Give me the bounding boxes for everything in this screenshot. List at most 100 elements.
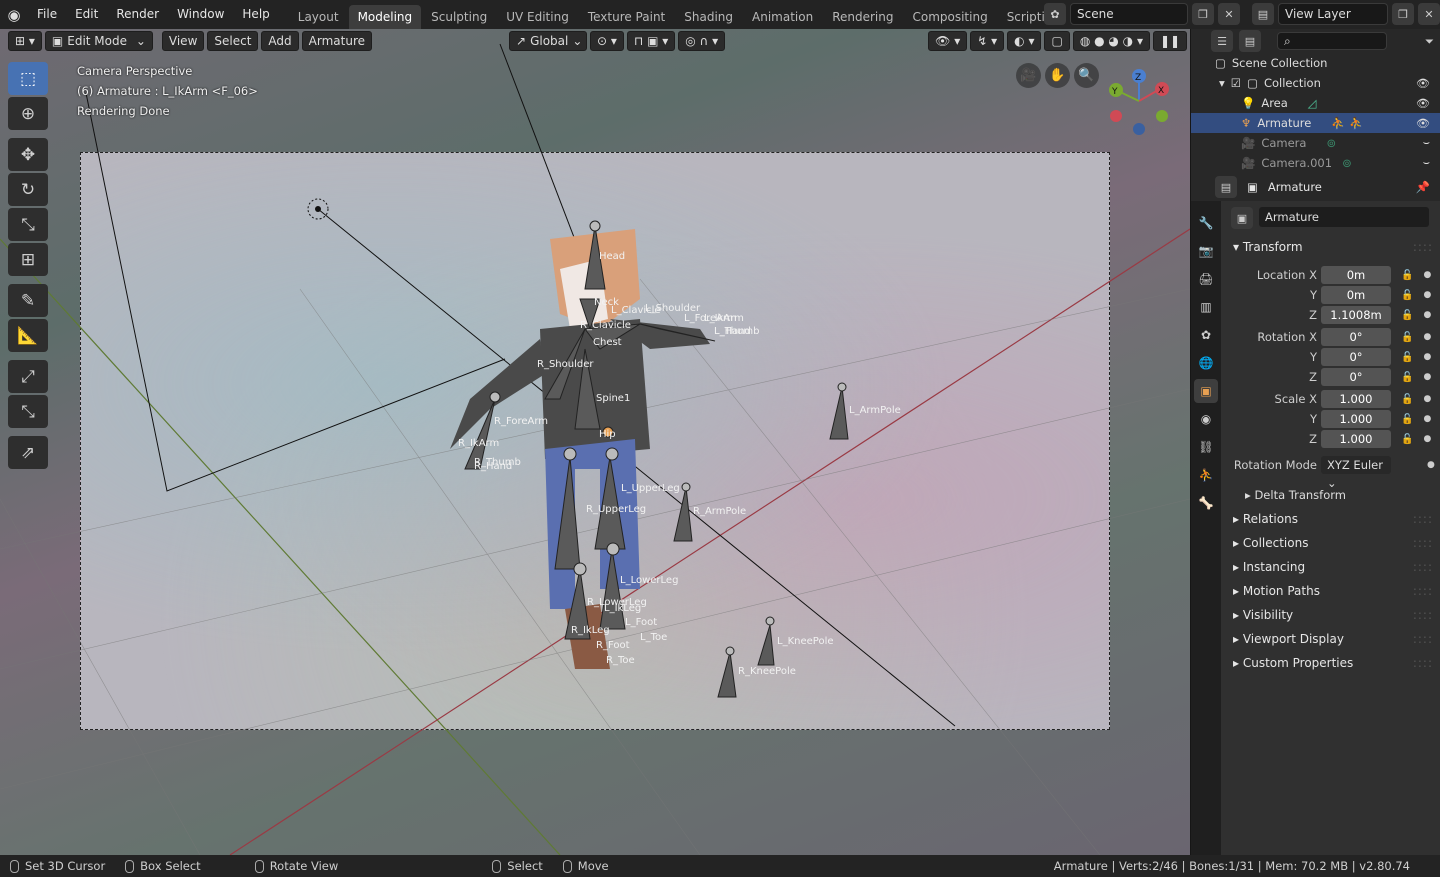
keyframe-dot-icon[interactable]: ● bbox=[1423, 310, 1431, 320]
drag-grip-icon[interactable]: :::: bbox=[1413, 555, 1433, 579]
filter-icon[interactable]: ⏷ bbox=[1425, 34, 1434, 49]
menu-select[interactable]: Select bbox=[207, 31, 259, 51]
physics-tab-icon[interactable]: ◉ bbox=[1194, 407, 1218, 431]
cursor-icon[interactable]: ⊕ bbox=[8, 97, 48, 130]
lock-icon[interactable]: 🔓 bbox=[1401, 352, 1413, 363]
tool-tab-icon[interactable]: 🔧 bbox=[1194, 211, 1218, 235]
drag-grip-icon[interactable]: :::: bbox=[1413, 507, 1433, 531]
menu-render[interactable]: Render bbox=[107, 0, 168, 29]
object-tab-icon[interactable]: ▣ bbox=[1194, 379, 1218, 403]
pause-render-icon[interactable]: ❚❚ bbox=[1152, 31, 1188, 51]
lock-icon[interactable]: 🔓 bbox=[1401, 394, 1413, 405]
tab-uv-editing[interactable]: UV Editing bbox=[497, 5, 578, 29]
eye-icon[interactable]: 👁 bbox=[1416, 77, 1430, 90]
object-data-icon[interactable]: ▣ bbox=[1231, 207, 1253, 229]
gizmo-toggle-icon[interactable]: ↯ ▾ bbox=[970, 31, 1005, 51]
delete-scene-icon[interactable]: ✕ bbox=[1218, 3, 1240, 25]
panel-instancing[interactable]: ▸ Instancing:::: bbox=[1223, 555, 1439, 579]
outliner-item-area[interactable]: 💡 Area ◿ 👁 bbox=[1191, 93, 1440, 113]
keyframe-dot-icon[interactable]: ● bbox=[1423, 414, 1431, 424]
lock-icon[interactable]: 🔓 bbox=[1401, 372, 1413, 383]
panel-collections[interactable]: ▸ Collections:::: bbox=[1223, 531, 1439, 555]
panel-relations[interactable]: ▸ Relations:::: bbox=[1223, 507, 1439, 531]
keyframe-dot-icon[interactable]: ● bbox=[1423, 352, 1431, 362]
search-icon[interactable]: ⌕ bbox=[1277, 32, 1387, 50]
select-box-icon[interactable]: ⬚ bbox=[8, 62, 48, 95]
delete-view-layer-icon[interactable]: ✕ bbox=[1418, 3, 1440, 25]
checkbox-icon[interactable]: ☑ bbox=[1231, 76, 1241, 90]
drag-grip-icon[interactable]: :::: bbox=[1413, 579, 1433, 603]
lock-icon[interactable]: 🔓 bbox=[1401, 332, 1413, 343]
mode-dropdown[interactable]: ▣ Edit Mode ⌄ bbox=[44, 31, 153, 51]
tab-layout[interactable]: Layout bbox=[289, 5, 348, 29]
panel-motion-paths[interactable]: ▸ Motion Paths:::: bbox=[1223, 579, 1439, 603]
eye-closed-icon[interactable]: ⌣ bbox=[1423, 156, 1430, 170]
lock-icon[interactable]: 🔓 bbox=[1401, 270, 1413, 281]
lock-icon[interactable]: 🔓 bbox=[1401, 434, 1413, 445]
eye-icon[interactable]: 👁 bbox=[1416, 97, 1430, 110]
bone-size-icon[interactable]: ⤡ bbox=[8, 395, 48, 428]
drag-grip-icon[interactable]: :::: bbox=[1413, 235, 1433, 259]
tab-shading[interactable]: Shading bbox=[675, 5, 742, 29]
menu-armature[interactable]: Armature bbox=[301, 31, 372, 51]
outliner-item-armature[interactable]: ♆ Armature ⛹ ⛹ 👁 bbox=[1191, 113, 1440, 133]
lock-icon[interactable]: 🔓 bbox=[1401, 290, 1413, 301]
3d-viewport[interactable]: Head Neck L_Clavicle L_Shoulder L_ForeAr… bbox=[0, 29, 1190, 855]
view-layer-tab-icon[interactable]: ▥ bbox=[1194, 295, 1218, 319]
new-scene-icon[interactable]: ❐ bbox=[1192, 3, 1214, 25]
keyframe-dot-icon[interactable]: ● bbox=[1423, 394, 1431, 404]
keyframe-dot-icon[interactable]: ● bbox=[1423, 270, 1431, 280]
outliner-editor-icon[interactable]: ☰ bbox=[1211, 30, 1233, 52]
location-x-field[interactable]: 0m bbox=[1321, 266, 1391, 284]
eye-icon[interactable]: 👁 bbox=[1416, 117, 1430, 130]
menu-view[interactable]: View bbox=[161, 31, 205, 51]
keyframe-dot-icon[interactable]: ● bbox=[1423, 290, 1431, 300]
view-layer-field[interactable]: View Layer bbox=[1278, 3, 1388, 25]
tab-sculpting[interactable]: Sculpting bbox=[422, 5, 496, 29]
pin-icon[interactable]: 📌 bbox=[1416, 180, 1430, 194]
pivot-icon[interactable]: ⊙ ▾ bbox=[590, 31, 624, 51]
properties-editor-icon[interactable]: ▤ bbox=[1215, 176, 1237, 198]
menu-window[interactable]: Window bbox=[168, 0, 233, 29]
menu-file[interactable]: File bbox=[28, 0, 66, 29]
editor-type-icon[interactable]: ⊞ ▾ bbox=[8, 31, 42, 51]
outliner-scene-collection[interactable]: ▢ Scene Collection bbox=[1191, 53, 1440, 73]
location-y-field[interactable]: 0m bbox=[1321, 286, 1391, 304]
scale-x-field[interactable]: 1.000 bbox=[1321, 390, 1391, 408]
xray-icon[interactable]: ▢ bbox=[1044, 31, 1070, 51]
outliner-item-camera[interactable]: 🎥 Camera ⊚ ⌣ bbox=[1191, 133, 1440, 153]
rotate-icon[interactable]: ↻ bbox=[8, 173, 48, 206]
constraints-tab-icon[interactable]: ⛓ bbox=[1194, 435, 1218, 459]
rotation-mode-dropdown[interactable]: XYZ Euler ⌄ bbox=[1321, 456, 1391, 490]
transform-panel-header[interactable]: ▾ Transform:::: bbox=[1223, 235, 1439, 259]
extrude-icon[interactable]: ⇗ bbox=[8, 436, 48, 469]
tab-modeling[interactable]: Modeling bbox=[348, 5, 422, 29]
menu-help[interactable]: Help bbox=[233, 0, 278, 29]
blender-logo-icon[interactable]: ◉ bbox=[0, 0, 28, 29]
tab-rendering[interactable]: Rendering bbox=[823, 5, 902, 29]
scale-z-field[interactable]: 1.000 bbox=[1321, 430, 1391, 448]
scale-icon[interactable]: ⤡ bbox=[8, 208, 48, 241]
keyframe-dot-icon[interactable]: ● bbox=[1423, 372, 1431, 382]
panel-custom-properties[interactable]: ▸ Custom Properties:::: bbox=[1223, 651, 1439, 675]
tab-animation[interactable]: Animation bbox=[743, 5, 822, 29]
annotate-icon[interactable]: ✎ bbox=[8, 284, 48, 317]
keyframe-dot-icon[interactable]: ● bbox=[1427, 460, 1435, 470]
move-icon[interactable]: ✥ bbox=[8, 138, 48, 171]
armature-data-tab-icon[interactable]: ⛹ bbox=[1194, 463, 1218, 487]
eye-closed-icon[interactable]: ⌣ bbox=[1423, 136, 1430, 150]
pan-hand-icon[interactable]: ✋ bbox=[1045, 63, 1070, 88]
keyframe-dot-icon[interactable]: ● bbox=[1423, 434, 1431, 444]
rotation-z-field[interactable]: 0° bbox=[1321, 368, 1391, 386]
snap-icon[interactable]: ⊓ ▣ ▾ bbox=[626, 31, 676, 51]
drag-grip-icon[interactable]: :::: bbox=[1413, 603, 1433, 627]
drag-grip-icon[interactable]: :::: bbox=[1413, 651, 1433, 675]
bone-tab-icon[interactable]: 🦴 bbox=[1194, 491, 1218, 515]
world-tab-icon[interactable]: 🌐 bbox=[1194, 351, 1218, 375]
lock-icon[interactable]: 🔓 bbox=[1401, 414, 1413, 425]
panel-viewport-display[interactable]: ▸ Viewport Display:::: bbox=[1223, 627, 1439, 651]
orientation-dropdown[interactable]: ↗ Global ⌄ bbox=[509, 31, 587, 51]
scale-y-field[interactable]: 1.000 bbox=[1321, 410, 1391, 428]
output-tab-icon[interactable]: 🖨 bbox=[1194, 267, 1218, 291]
new-view-layer-icon[interactable]: ❐ bbox=[1392, 3, 1414, 25]
